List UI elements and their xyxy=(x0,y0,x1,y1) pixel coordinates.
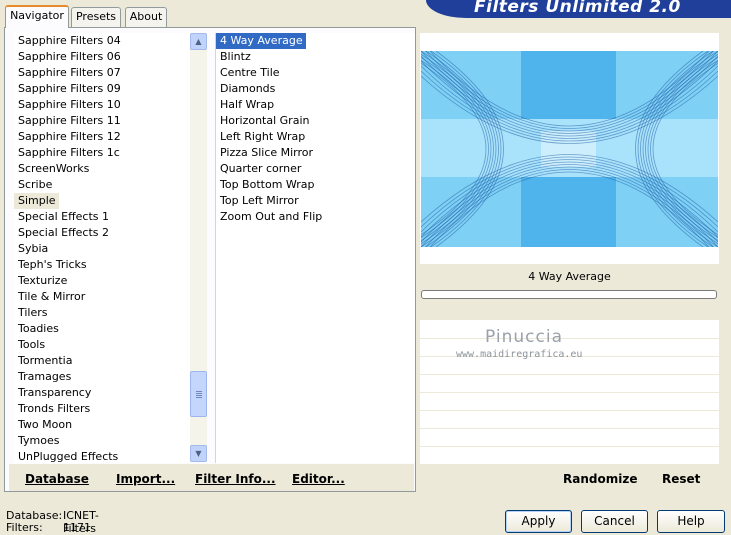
status-filters: Filters: 1171 xyxy=(6,521,91,534)
category-item[interactable]: Sapphire Filters 04 xyxy=(14,33,190,49)
filter-info-button[interactable]: Filter Info... xyxy=(195,472,276,486)
filter-item[interactable]: Pizza Slice Mirror xyxy=(216,145,415,161)
grip-icon xyxy=(196,391,202,392)
category-item[interactable]: Texturize xyxy=(14,273,190,289)
import-button[interactable]: Import... xyxy=(116,472,175,486)
filter-item[interactable]: Horizontal Grain xyxy=(216,113,415,129)
filter-list[interactable]: 4 Way Average Blintz Centre Tile Diamonds Ha… xyxy=(215,33,415,463)
progress-bar xyxy=(421,290,717,299)
watermark-name: Pinuccia xyxy=(485,327,563,347)
category-item[interactable]: Sapphire Filters 11 xyxy=(14,113,190,129)
filter-item[interactable]: Diamonds xyxy=(216,81,415,97)
preview-image xyxy=(421,51,718,247)
category-item[interactable]: Sybia xyxy=(14,241,190,257)
category-item[interactable]: Special Effects 1 xyxy=(14,209,190,225)
category-item[interactable]: Two Moon xyxy=(14,417,190,433)
category-item[interactable]: Simple xyxy=(14,193,59,209)
preview-toolbar: Randomize Reset xyxy=(420,464,719,491)
filter-item[interactable]: Centre Tile xyxy=(216,65,415,81)
category-item[interactable]: UnPlugged Effects xyxy=(14,449,190,463)
category-item[interactable]: Transparency xyxy=(14,385,190,401)
category-item[interactable]: Tramages xyxy=(14,369,190,385)
filter-item[interactable]: Blintz xyxy=(216,49,415,65)
cancel-button[interactable]: Cancel xyxy=(581,510,648,533)
scroll-thumb[interactable] xyxy=(190,371,207,417)
category-item[interactable]: Toadies xyxy=(14,321,190,337)
category-item[interactable]: Sapphire Filters 09 xyxy=(14,81,190,97)
tab-navigator[interactable]: Navigator xyxy=(5,5,69,28)
grip-icon xyxy=(196,395,202,396)
category-list[interactable]: Sapphire Filters 04 Sapphire Filters 06 Sa… xyxy=(14,33,190,463)
category-item[interactable]: Tile & Mirror xyxy=(14,289,190,305)
parameter-area xyxy=(420,320,719,464)
filter-item[interactable]: Top Left Mirror xyxy=(216,193,415,209)
category-item[interactable]: Tronds Filters xyxy=(14,401,190,417)
tab-presets[interactable]: Presets xyxy=(71,7,121,27)
preview-filter-name: 4 Way Average xyxy=(528,270,611,283)
category-item[interactable]: Special Effects 2 xyxy=(14,225,190,241)
randomize-button[interactable]: Randomize xyxy=(563,472,637,486)
category-item[interactable]: Sapphire Filters 07 xyxy=(14,65,190,81)
category-item[interactable]: Teph's Tricks xyxy=(14,257,190,273)
param-divider xyxy=(420,446,719,447)
category-item[interactable]: Sapphire Filters 10 xyxy=(14,97,190,113)
editor-button[interactable]: Editor... xyxy=(292,472,345,486)
param-divider xyxy=(420,410,719,411)
status-filters-value: 1171 xyxy=(63,521,91,534)
status-filters-key: Filters: xyxy=(6,521,43,534)
scroll-up-icon[interactable]: ▲ xyxy=(190,33,207,50)
filter-preview-graphic xyxy=(421,51,718,247)
category-item[interactable]: Tools xyxy=(14,337,190,353)
category-item[interactable]: Sapphire Filters 12 xyxy=(14,129,190,145)
reset-button[interactable]: Reset xyxy=(662,472,700,486)
tab-about[interactable]: About xyxy=(125,7,167,27)
help-button[interactable]: Help xyxy=(657,510,725,533)
category-item[interactable]: Sapphire Filters 06 xyxy=(14,49,190,65)
grip-icon xyxy=(196,393,202,394)
param-divider xyxy=(420,428,719,429)
filter-item[interactable]: 4 Way Average xyxy=(216,33,306,49)
preview-center xyxy=(541,131,596,167)
category-item[interactable]: Tilers xyxy=(14,305,190,321)
grip-icon xyxy=(196,397,202,398)
category-item[interactable]: Tormentia xyxy=(14,353,190,369)
filter-item[interactable]: Quarter corner xyxy=(216,161,415,177)
filter-item[interactable]: Top Bottom Wrap xyxy=(216,177,415,193)
param-divider xyxy=(420,392,719,393)
param-divider xyxy=(420,338,719,339)
filter-item[interactable]: Left Right Wrap xyxy=(216,129,415,145)
category-item[interactable]: Tymoes xyxy=(14,433,190,449)
filter-item[interactable]: Zoom Out and Flip xyxy=(216,209,415,225)
category-item[interactable]: Scribe xyxy=(14,177,190,193)
category-item[interactable]: ScreenWorks xyxy=(14,161,190,177)
category-item[interactable]: Sapphire Filters 1c xyxy=(14,145,190,161)
watermark-url: www.maidiregrafica.eu xyxy=(456,349,583,360)
category-scrollbar[interactable]: ▲ ▼ xyxy=(190,33,207,462)
window-title: Filters Unlimited 2.0 xyxy=(474,0,681,17)
navigator-toolbar: Database Import... Filter Info... Editor… xyxy=(9,464,414,491)
param-divider xyxy=(420,374,719,375)
scroll-down-icon[interactable]: ▼ xyxy=(190,445,207,462)
database-button[interactable]: Database xyxy=(25,472,89,486)
filter-item[interactable]: Half Wrap xyxy=(216,97,415,113)
apply-button[interactable]: Apply xyxy=(505,510,572,533)
